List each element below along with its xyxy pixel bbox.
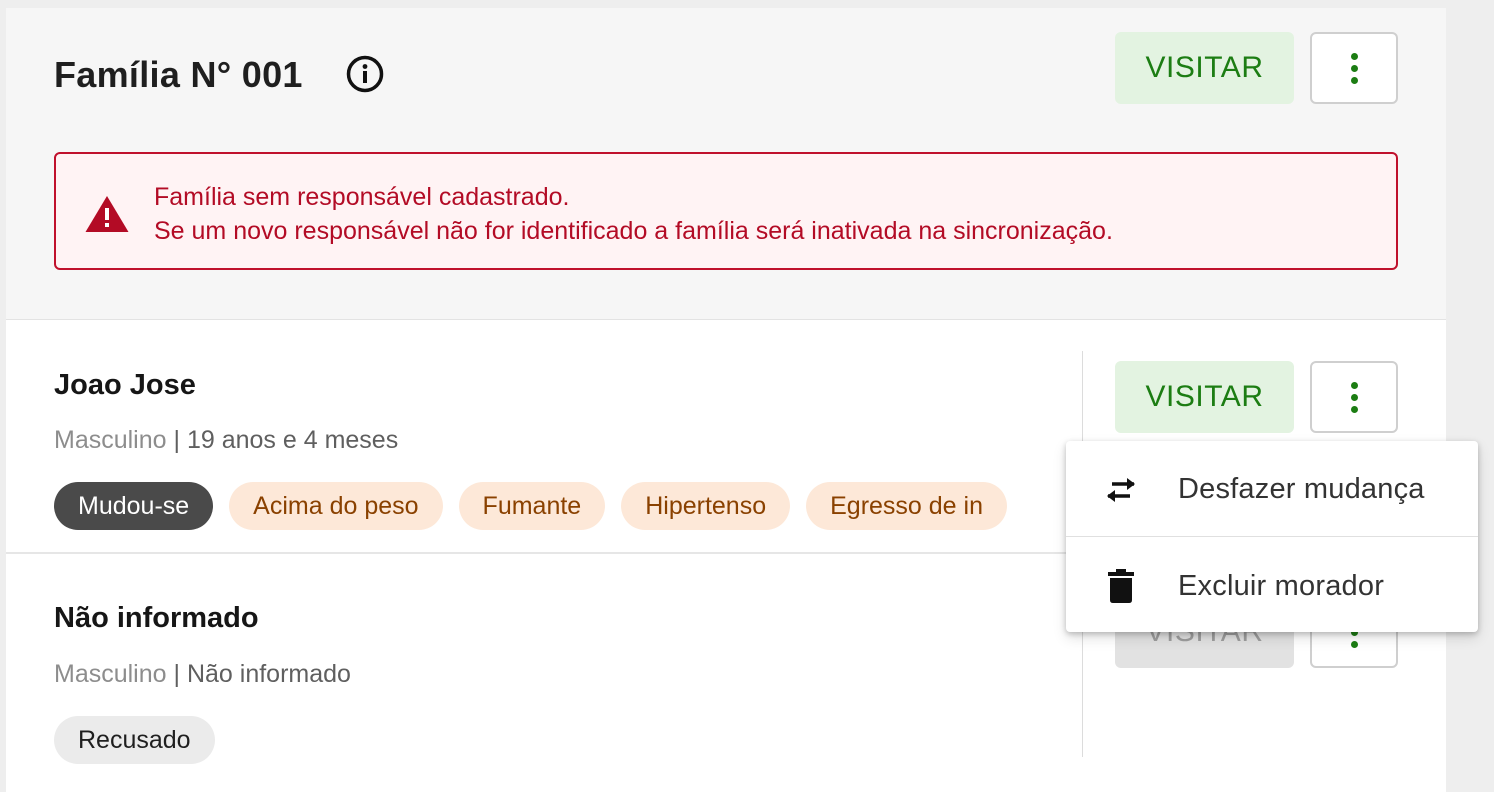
alert-line-1: Família sem responsável cadastrado. (154, 183, 570, 211)
resident-visit-button[interactable]: VISITAR (1115, 361, 1294, 433)
alert-line-2: Se um novo responsável não for identific… (154, 217, 1113, 245)
meta-separator: | (166, 660, 187, 688)
menu-item-delete-resident[interactable]: Excluir morador (1066, 539, 1478, 633)
resident-gender: Masculino (54, 426, 167, 454)
family-more-options-button[interactable] (1310, 32, 1398, 104)
more-vertical-icon (1350, 52, 1358, 84)
condition-chip: Fumante (458, 482, 606, 530)
resident-tags: Mudou-se Acima do peso Fumante Hipertens… (54, 482, 1082, 530)
more-vertical-icon (1350, 381, 1358, 413)
family-title: Família N° 001 (54, 54, 303, 95)
resident-meta: Masculino | 19 anos e 4 meses (54, 426, 398, 455)
alert-message: Família sem responsável cadastrado. Se u… (154, 180, 1113, 248)
warning-triangle-icon (85, 196, 129, 232)
resident-age: Não informado (186, 660, 351, 688)
condition-chip: Acima do peso (229, 482, 443, 530)
trash-icon (1108, 569, 1134, 603)
family-card: Família N° 001 VISITAR Família sem respo… (6, 8, 1446, 792)
status-chip-refused: Recusado (54, 716, 215, 764)
family-header: Família N° 001 VISITAR Família sem respo… (6, 8, 1446, 320)
resident-more-options-button[interactable] (1310, 361, 1398, 433)
info-circle-icon[interactable] (345, 54, 385, 94)
resident-name: Joao Jose (54, 369, 196, 401)
condition-chip: Hipertenso (621, 482, 791, 530)
family-visit-button[interactable]: VISITAR (1115, 32, 1294, 104)
menu-item-label: Excluir morador (1178, 569, 1385, 602)
condition-chip: Egresso de in (806, 482, 1007, 530)
meta-separator: | (166, 426, 187, 454)
resident-tags: Recusado (54, 716, 1082, 764)
status-chip-moved: Mudou-se (54, 482, 214, 530)
resident-name: Não informado (54, 602, 259, 634)
resident-age: 19 anos e 4 meses (186, 426, 399, 454)
resident-meta: Masculino | Não informado (54, 660, 351, 689)
no-responsible-alert: Família sem responsável cadastrado. Se u… (54, 152, 1398, 270)
resident-options-menu: Desfazer mudança Excluir morador (1066, 441, 1478, 632)
menu-item-label: Desfazer mudança (1178, 473, 1425, 505)
resident-gender: Masculino (54, 660, 167, 688)
swap-arrows-icon (1107, 477, 1135, 502)
menu-item-undo-move[interactable]: Desfazer mudança (1066, 443, 1478, 537)
